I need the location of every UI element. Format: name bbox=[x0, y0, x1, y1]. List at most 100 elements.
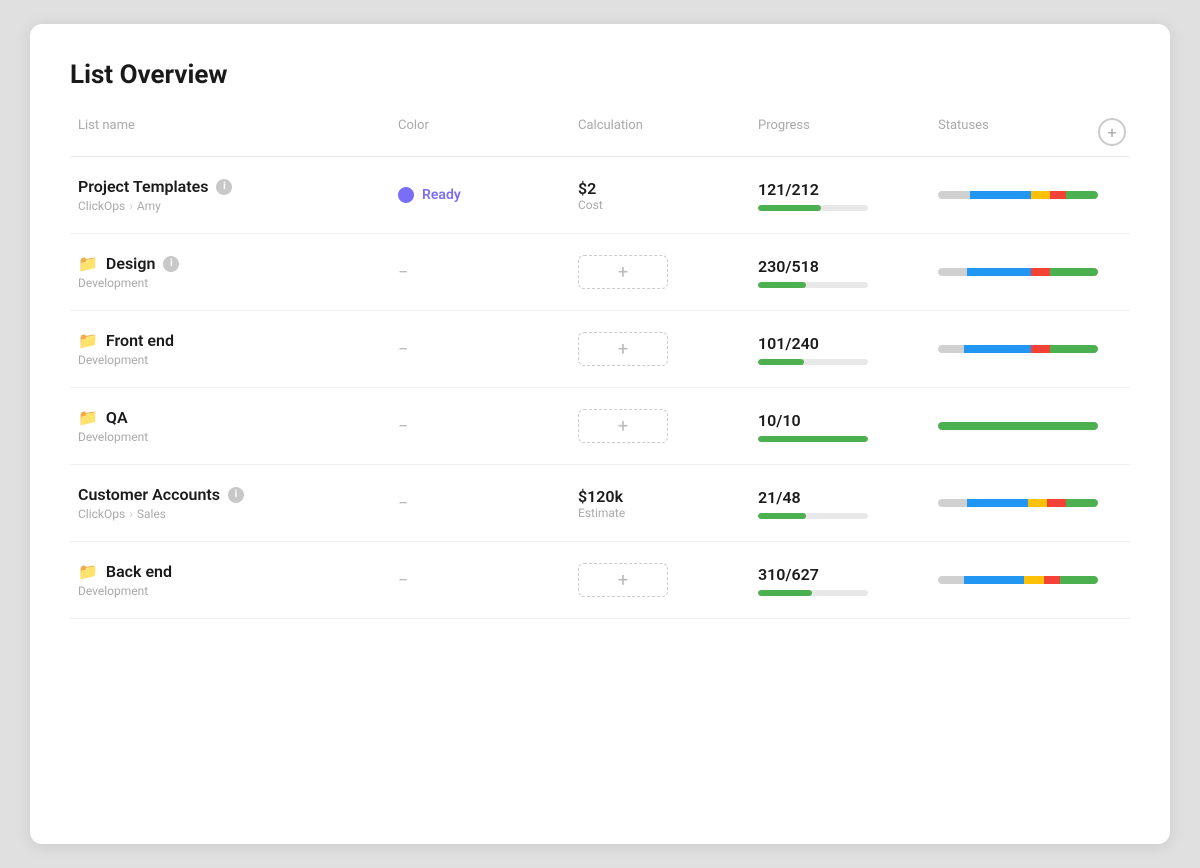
progress-fraction: 10/10 bbox=[758, 411, 922, 430]
statuses-col bbox=[930, 576, 1106, 584]
progress-col: 121/212 bbox=[750, 180, 930, 211]
status-bar bbox=[938, 499, 1098, 507]
status-segment bbox=[1060, 576, 1098, 584]
calc-col: $2Cost bbox=[570, 179, 750, 212]
status-segment bbox=[1050, 191, 1066, 199]
folder-icon: 📁 bbox=[78, 331, 98, 350]
status-bar bbox=[938, 268, 1098, 276]
statuses-col bbox=[930, 268, 1106, 276]
name-col: Project TemplatesiClickOps › Amy bbox=[70, 177, 390, 213]
col-calculation: Calculation bbox=[570, 118, 750, 146]
calc-sub-label: Cost bbox=[578, 198, 742, 212]
color-col: − bbox=[390, 493, 570, 514]
color-dash: − bbox=[398, 570, 408, 591]
progress-col: 21/48 bbox=[750, 488, 930, 519]
table-row: Project TemplatesiClickOps › AmyReady$2C… bbox=[70, 157, 1130, 234]
status-segment bbox=[964, 345, 1031, 353]
add-calculation-button[interactable]: + bbox=[578, 255, 668, 289]
progress-fraction: 310/627 bbox=[758, 565, 922, 584]
color-col: Ready bbox=[390, 187, 570, 203]
statuses-col bbox=[930, 345, 1106, 353]
status-segment bbox=[967, 268, 1031, 276]
status-segment bbox=[938, 499, 967, 507]
list-overview-card: List Overview List name Color Calculatio… bbox=[30, 24, 1170, 844]
progress-fraction: 21/48 bbox=[758, 488, 922, 507]
progress-fraction: 121/212 bbox=[758, 180, 922, 199]
info-icon[interactable]: i bbox=[228, 487, 244, 503]
col-statuses: Statuses bbox=[930, 118, 1090, 146]
status-segment bbox=[938, 422, 1098, 430]
calc-col: + bbox=[570, 409, 750, 443]
status-segment bbox=[1050, 268, 1098, 276]
calc-col: + bbox=[570, 332, 750, 366]
breadcrumb: Development bbox=[78, 584, 382, 598]
info-icon[interactable]: i bbox=[216, 179, 232, 195]
color-dot bbox=[398, 187, 414, 203]
name-col: 📁DesigniDevelopment bbox=[70, 254, 390, 290]
folder-icon: 📁 bbox=[78, 408, 98, 427]
info-icon[interactable]: i bbox=[163, 256, 179, 272]
color-dash: − bbox=[398, 262, 408, 283]
table-row: 📁DesigniDevelopment−+230/518 bbox=[70, 234, 1130, 311]
progress-bar-fill bbox=[758, 513, 806, 519]
row-name: Front end bbox=[106, 331, 174, 350]
status-segment bbox=[967, 499, 1028, 507]
progress-col: 310/627 bbox=[750, 565, 930, 596]
progress-fraction: 230/518 bbox=[758, 257, 922, 276]
status-segment bbox=[1066, 191, 1098, 199]
row-name: Back end bbox=[106, 562, 172, 581]
folder-icon: 📁 bbox=[78, 562, 98, 581]
table-header: List name Color Calculation Progress Sta… bbox=[70, 118, 1130, 157]
status-segment bbox=[1031, 191, 1050, 199]
page-title: List Overview bbox=[70, 60, 1130, 90]
status-label[interactable]: Ready bbox=[422, 187, 461, 203]
color-col: − bbox=[390, 570, 570, 591]
status-segment bbox=[1028, 499, 1047, 507]
breadcrumb: ClickOps › Amy bbox=[78, 199, 382, 213]
progress-col: 101/240 bbox=[750, 334, 930, 365]
row-name: QA bbox=[106, 408, 128, 427]
status-segment bbox=[938, 576, 964, 584]
add-calculation-button[interactable]: + bbox=[578, 563, 668, 597]
name-col: Customer AccountsiClickOps › Sales bbox=[70, 485, 390, 521]
table-row: 📁 QA Development−+10/10 bbox=[70, 388, 1130, 465]
row-name: Customer Accounts bbox=[78, 485, 220, 504]
add-list-button[interactable]: + bbox=[1098, 118, 1126, 146]
col-color: Color bbox=[390, 118, 570, 146]
breadcrumb: Development bbox=[78, 276, 382, 290]
add-calculation-button[interactable]: + bbox=[578, 409, 668, 443]
row-name: Design bbox=[106, 254, 155, 273]
status-segment bbox=[1024, 576, 1043, 584]
progress-bar-fill bbox=[758, 590, 812, 596]
add-col-header: + bbox=[1090, 118, 1130, 146]
status-segment bbox=[1031, 345, 1050, 353]
calc-main-value: $2 bbox=[578, 179, 742, 198]
add-calculation-button[interactable]: + bbox=[578, 332, 668, 366]
status-segment bbox=[1044, 576, 1060, 584]
status-segment bbox=[938, 191, 970, 199]
calc-main-value: $120k bbox=[578, 487, 742, 506]
table-row: 📁Front endDevelopment−+101/240 bbox=[70, 311, 1130, 388]
color-col: − bbox=[390, 416, 570, 437]
progress-bar-bg bbox=[758, 359, 868, 365]
color-col: − bbox=[390, 262, 570, 283]
progress-bar-fill bbox=[758, 359, 804, 365]
calc-col: + bbox=[570, 563, 750, 597]
progress-bar-bg bbox=[758, 282, 868, 288]
status-bar bbox=[938, 191, 1098, 199]
color-col: − bbox=[390, 339, 570, 360]
name-col: 📁 QA Development bbox=[70, 408, 390, 444]
progress-bar-fill bbox=[758, 205, 821, 211]
statuses-col bbox=[930, 499, 1106, 507]
status-bar bbox=[938, 576, 1098, 584]
progress-bar-bg bbox=[758, 590, 868, 596]
status-segment bbox=[938, 345, 964, 353]
name-col: 📁Front endDevelopment bbox=[70, 331, 390, 367]
progress-bar-bg bbox=[758, 436, 868, 442]
progress-fraction: 101/240 bbox=[758, 334, 922, 353]
breadcrumb: Development bbox=[78, 430, 382, 444]
status-segment bbox=[938, 268, 967, 276]
table-row: 📁 Back end Development − +310/627 bbox=[70, 542, 1130, 619]
color-dash: − bbox=[398, 493, 408, 514]
progress-bar-fill bbox=[758, 282, 806, 288]
